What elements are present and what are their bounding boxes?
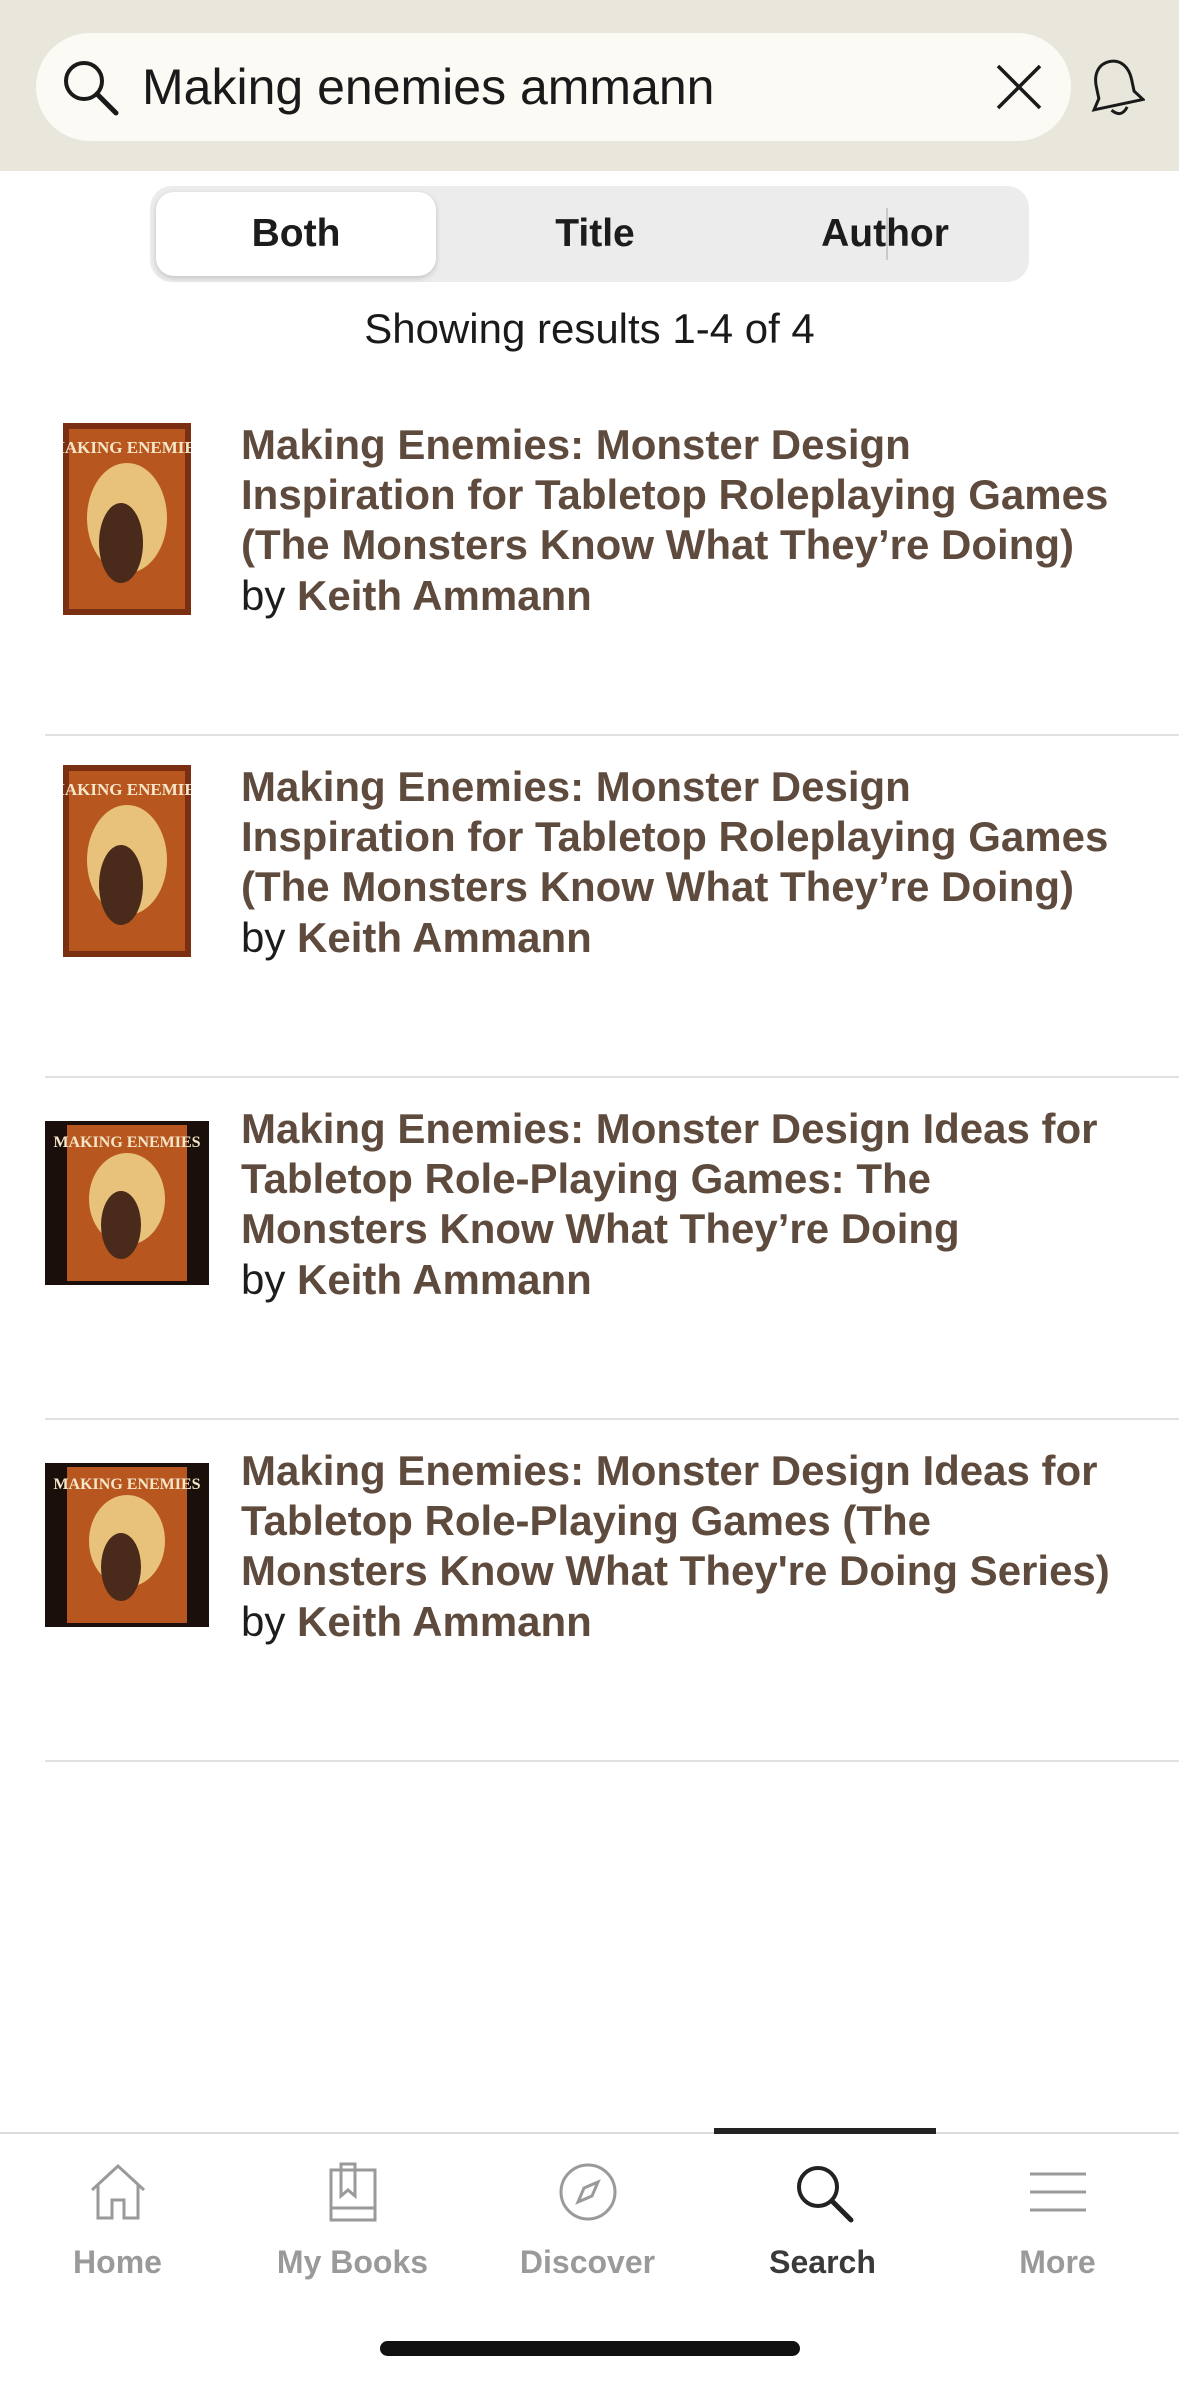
- home-indicator[interactable]: [380, 2341, 800, 2356]
- tab-discover[interactable]: Discover: [470, 2134, 705, 2294]
- book-cover[interactable]: MAKING ENEMIES: [45, 1121, 209, 1285]
- tab-more[interactable]: More: [940, 2134, 1175, 2294]
- menu-icon: [1030, 2172, 1086, 2212]
- tab-label: Discover: [519, 2244, 656, 2280]
- search-icon: [797, 2166, 854, 2223]
- result-text: Making Enemies: Monster Design Ideas for…: [241, 1104, 1121, 1306]
- svg-text:MAKING ENEMIES: MAKING ENEMIES: [53, 1134, 200, 1151]
- book-cover-art: MAKING ENEMIES: [45, 1463, 209, 1627]
- book-cover[interactable]: MAKING ENEMIES: [45, 1463, 209, 1627]
- result-title[interactable]: Making Enemies: Monster Design Inspirati…: [241, 762, 1121, 912]
- svg-text:MAKING ENEMIES: MAKING ENEMIES: [63, 438, 191, 457]
- result-author-line: by Keith Ammann: [241, 1596, 1121, 1648]
- result-item[interactable]: MAKING ENEMIES Making Enemies: Monster D…: [45, 1446, 1179, 1762]
- tab-my-books[interactable]: My Books: [235, 2134, 470, 2294]
- result-title[interactable]: Making Enemies: Monster Design Ideas for…: [241, 1104, 1121, 1254]
- tab-label: More: [1019, 2244, 1096, 2280]
- filter-author[interactable]: Author: [740, 192, 1030, 276]
- result-text: Making Enemies: Monster Design Inspirati…: [241, 762, 1121, 964]
- search-icon: [64, 61, 119, 116]
- result-item[interactable]: MAKING ENEMIES Making Enemies: Monster D…: [45, 762, 1179, 1078]
- tab-home[interactable]: Home: [0, 2134, 235, 2294]
- result-title[interactable]: Making Enemies: Monster Design Inspirati…: [241, 420, 1121, 570]
- result-author-line: by Keith Ammann: [241, 912, 1121, 964]
- book-cover[interactable]: MAKING ENEMIES: [63, 423, 191, 615]
- result-text: Making Enemies: Monster Design Inspirati…: [241, 420, 1121, 622]
- clear-search-icon[interactable]: [992, 60, 1046, 114]
- book-cover-art: MAKING ENEMIES: [63, 765, 191, 957]
- result-title[interactable]: Making Enemies: Monster Design Ideas for…: [241, 1446, 1121, 1596]
- filter-title[interactable]: Title: [450, 192, 740, 276]
- books-icon: [329, 2162, 377, 2222]
- result-author[interactable]: Keith Ammann: [297, 1256, 592, 1303]
- tab-label: Search: [769, 2244, 876, 2280]
- result-author-line: by Keith Ammann: [241, 570, 1121, 622]
- result-author[interactable]: Keith Ammann: [297, 572, 592, 619]
- home-icon: [90, 2163, 146, 2220]
- search-bar[interactable]: Making enemies ammann: [36, 33, 1071, 141]
- svg-text:MAKING ENEMIES: MAKING ENEMIES: [63, 780, 191, 799]
- results-summary: Showing results 1-4 of 4: [364, 305, 815, 352]
- bell-icon[interactable]: [1085, 55, 1145, 121]
- compass-icon: [559, 2163, 617, 2221]
- result-author[interactable]: Keith Ammann: [297, 914, 592, 961]
- tab-search[interactable]: Search: [705, 2134, 940, 2294]
- tab-label: My Books: [276, 2244, 429, 2280]
- result-author[interactable]: Keith Ammann: [297, 1598, 592, 1645]
- by-label: by: [241, 572, 286, 619]
- by-label: by: [241, 1256, 286, 1303]
- result-author-line: by Keith Ammann: [241, 1254, 1121, 1306]
- by-label: by: [241, 1598, 286, 1645]
- book-cover-art: MAKING ENEMIES: [63, 423, 191, 615]
- result-item[interactable]: MAKING ENEMIES Making Enemies: Monster D…: [45, 1104, 1179, 1420]
- search-header: Making enemies ammann: [0, 0, 1179, 171]
- book-cover-art: MAKING ENEMIES: [45, 1121, 209, 1285]
- book-cover[interactable]: MAKING ENEMIES: [63, 765, 191, 957]
- search-input[interactable]: Making enemies ammann: [142, 33, 715, 141]
- filter-both[interactable]: Both: [156, 192, 436, 276]
- search-filter-segmented-control: Both Title Author: [150, 186, 1029, 282]
- result-item[interactable]: MAKING ENEMIES Making Enemies: Monster D…: [45, 420, 1179, 736]
- svg-text:MAKING ENEMIES: MAKING ENEMIES: [53, 1476, 200, 1493]
- result-text: Making Enemies: Monster Design Ideas for…: [241, 1446, 1121, 1648]
- tab-label: Home: [73, 2244, 162, 2280]
- by-label: by: [241, 914, 286, 961]
